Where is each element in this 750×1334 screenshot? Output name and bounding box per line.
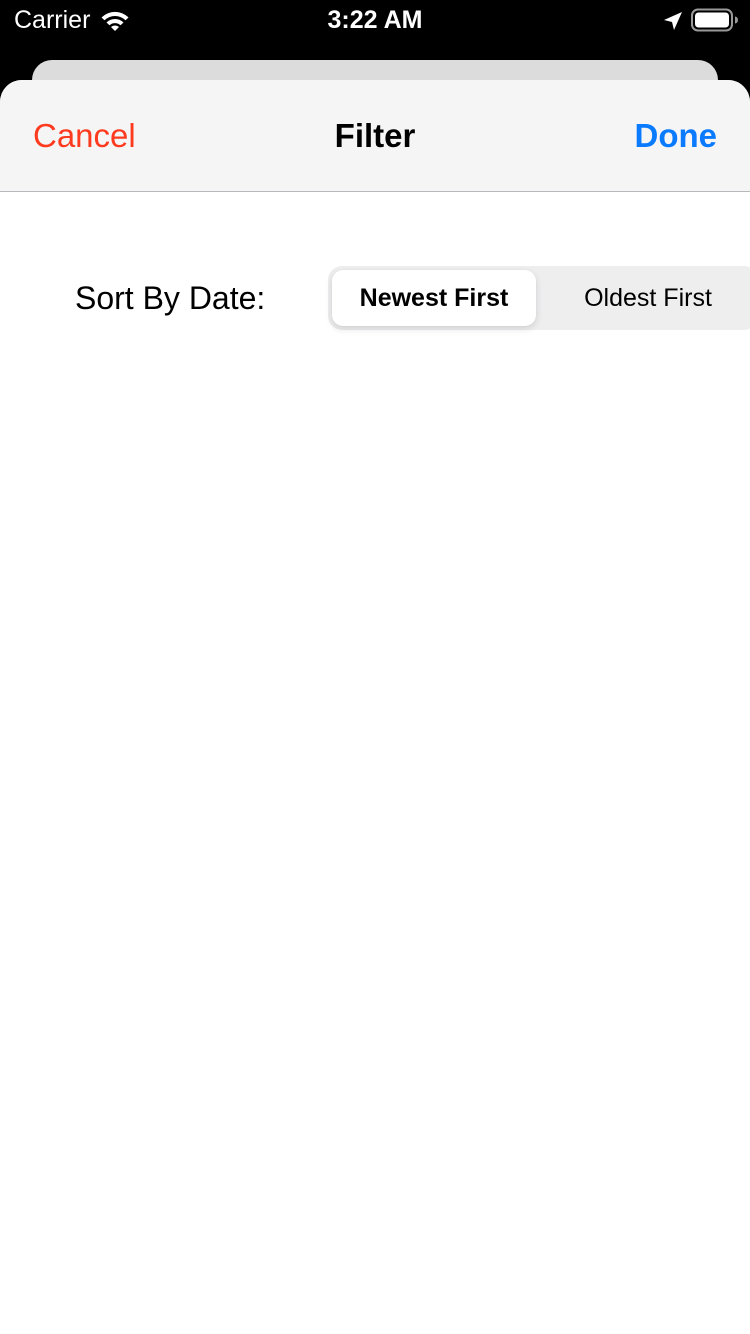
sort-by-date-label: Sort By Date: [75,280,266,316]
battery-icon [691,8,738,32]
navigation-bar: Cancel Filter Done [0,80,750,192]
done-button[interactable]: Done [635,116,718,156]
status-time: 3:22 AM [327,6,423,34]
segment-newest-first[interactable]: Newest First [332,270,536,326]
status-bar: Carrier 3:22 AM [0,0,750,40]
filter-sheet: Cancel Filter Done Sort By Date: Newest … [0,80,750,1334]
sort-segmented-control[interactable]: Newest First Oldest First [328,266,750,330]
segment-oldest-first[interactable]: Oldest First [543,270,750,326]
location-arrow-icon [664,12,682,30]
